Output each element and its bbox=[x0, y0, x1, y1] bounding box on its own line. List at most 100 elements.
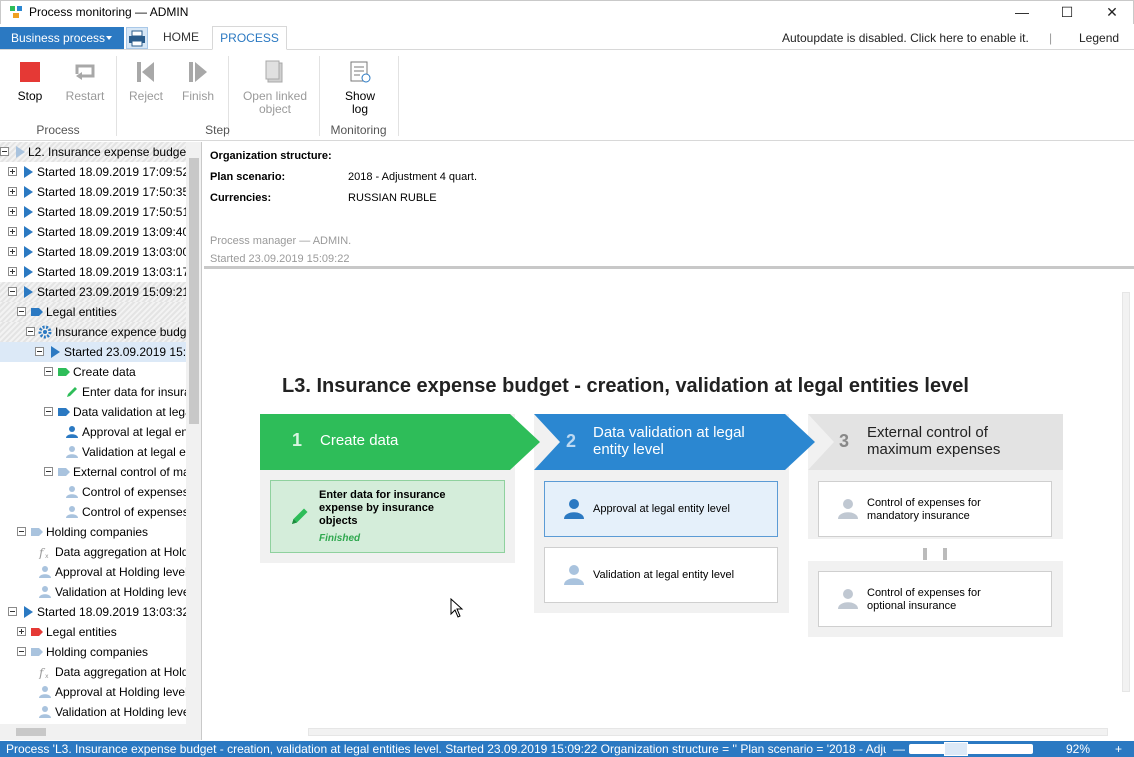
collapse-toggle[interactable] bbox=[0, 147, 9, 156]
maximize-button[interactable]: ☐ bbox=[1044, 1, 1090, 25]
tree-item[interactable]: Approval at Holding level bbox=[0, 562, 190, 582]
step-card-approval[interactable]: Approval at legal entity level bbox=[544, 481, 778, 537]
autoupdate-link[interactable]: Autoupdate is disabled. Click here to en… bbox=[782, 31, 1029, 45]
expand-toggle[interactable] bbox=[17, 627, 26, 636]
scroll-thumb[interactable] bbox=[189, 158, 199, 424]
tree-item[interactable]: Validation at Holding level bbox=[0, 582, 190, 602]
tree-item[interactable]: Validation at legal ent bbox=[0, 442, 190, 462]
collapse-toggle[interactable] bbox=[44, 367, 53, 376]
collapse-toggle[interactable] bbox=[8, 287, 17, 296]
process-info-panel: Organization structure: Plan scenario: 2… bbox=[204, 142, 1134, 269]
collapse-toggle[interactable] bbox=[44, 467, 53, 476]
collapse-toggle[interactable] bbox=[17, 527, 26, 536]
finish-label: Finish bbox=[181, 89, 214, 103]
finish-button[interactable]: Finish bbox=[178, 56, 218, 103]
tag-icon bbox=[58, 408, 70, 416]
step-card-mandatory-insurance[interactable]: Control of expenses for mandatory insura… bbox=[818, 481, 1052, 537]
tree-vertical-scrollbar[interactable] bbox=[186, 142, 201, 740]
tree-item[interactable]: fx Data aggregation at Holdin bbox=[0, 542, 190, 562]
diagram-title: L3. Insurance expense budget - creation,… bbox=[282, 375, 969, 397]
step-card-enter-data[interactable]: Enter data for insurance expense by insu… bbox=[270, 480, 505, 553]
tree-item[interactable]: Holding companies bbox=[0, 642, 190, 662]
minimize-button[interactable]: — bbox=[999, 1, 1045, 25]
status-bar: Process 'L3. Insurance expense budget - … bbox=[0, 741, 1134, 757]
tree-item[interactable]: Insurance expence budget bbox=[0, 322, 190, 342]
diagram-horizontal-scrollbar[interactable] bbox=[204, 724, 1118, 740]
scroll-thumb[interactable] bbox=[16, 728, 46, 736]
tree-item[interactable]: Started 18.09.2019 13:09:40 ( bbox=[0, 222, 190, 242]
business-process-button[interactable]: Business process bbox=[0, 27, 124, 49]
open-linked-object-button[interactable]: Open linked object bbox=[238, 56, 312, 116]
tree-item[interactable]: Validation at Holding level bbox=[0, 702, 190, 722]
tree-item[interactable]: Holding companies bbox=[0, 522, 190, 542]
tree-item[interactable]: Started 18.09.2019 17:50:51 ( bbox=[0, 202, 190, 222]
triangle-play-icon bbox=[24, 206, 33, 218]
scroll-thumb[interactable] bbox=[308, 728, 1108, 736]
tree-item[interactable]: Control of expenses f bbox=[0, 482, 190, 502]
open-linked-label-2: object bbox=[258, 102, 292, 116]
tree-item[interactable]: Started 18.09.2019 17:50:35 ( bbox=[0, 182, 190, 202]
tree-item[interactable]: Create data bbox=[0, 362, 190, 382]
tree-item[interactable]: Started 18.09.2019 13:03:00 ( bbox=[0, 242, 190, 262]
zoom-slider[interactable] bbox=[909, 744, 1033, 754]
tree-item[interactable]: Legal entities bbox=[0, 302, 190, 322]
tab-home[interactable]: HOME bbox=[152, 26, 210, 50]
expand-toggle[interactable] bbox=[8, 247, 17, 256]
stage-name: External control of bbox=[867, 424, 988, 441]
tree-item[interactable]: Started 23.09.2019 15:09:21 ( bbox=[0, 282, 190, 302]
scroll-thumb[interactable] bbox=[1122, 292, 1130, 692]
tree-horizontal-scrollbar[interactable] bbox=[0, 724, 186, 740]
print-button[interactable] bbox=[126, 27, 148, 49]
process-tree[interactable]: L2. Insurance expense budget - Started 1… bbox=[0, 142, 202, 740]
show-log-label-2: log bbox=[351, 102, 368, 116]
tree-item[interactable]: L2. Insurance expense budget - bbox=[0, 142, 190, 162]
collapse-toggle[interactable] bbox=[44, 407, 53, 416]
tree-item[interactable]: Legal entities bbox=[0, 622, 190, 642]
tree-item[interactable]: Started 18.09.2019 13:03:17 ( bbox=[0, 262, 190, 282]
tree-item[interactable]: Data validation at legal bbox=[0, 402, 190, 422]
expand-toggle[interactable] bbox=[8, 167, 17, 176]
expand-toggle[interactable] bbox=[8, 227, 17, 236]
user-icon bbox=[39, 686, 51, 698]
step-card-validation[interactable]: Validation at legal entity level bbox=[544, 547, 778, 603]
collapse-toggle[interactable] bbox=[17, 307, 26, 316]
tree-item-label: Control of expenses f bbox=[82, 505, 190, 519]
tree-item[interactable]: fx Data aggregation at Holdin bbox=[0, 662, 190, 682]
zoom-slider-thumb[interactable] bbox=[944, 742, 968, 756]
caret-down-icon bbox=[106, 36, 112, 40]
tree-item[interactable]: Started 18.09.2019 17:09:52 ( bbox=[0, 162, 190, 182]
mouse-cursor-icon bbox=[450, 598, 464, 618]
tree-item[interactable]: Control of expenses f bbox=[0, 502, 190, 522]
step-card-optional-insurance[interactable]: Control of expenses for optional insuran… bbox=[818, 571, 1052, 627]
user-icon bbox=[66, 426, 78, 438]
collapse-toggle[interactable] bbox=[26, 327, 35, 336]
app-icon bbox=[10, 6, 22, 18]
expand-toggle[interactable] bbox=[8, 187, 17, 196]
expand-toggle[interactable] bbox=[8, 267, 17, 276]
process-diagram[interactable]: L3. Insurance expense budget - creation,… bbox=[204, 272, 1134, 740]
tree-item[interactable]: External control of max bbox=[0, 462, 190, 482]
tree-item[interactable]: Approval at Holding level bbox=[0, 682, 190, 702]
tree-item[interactable]: Started 18.09.2019 13:03:32 ( bbox=[0, 602, 190, 622]
tree-item-label: Approval at legal enti bbox=[82, 425, 190, 439]
restart-button[interactable]: Restart bbox=[62, 56, 108, 103]
tree-item[interactable]: Enter data for insuran bbox=[0, 382, 190, 402]
tab-process[interactable]: PROCESS bbox=[212, 26, 287, 50]
collapse-toggle[interactable] bbox=[17, 647, 26, 656]
plan-scenario-value: 2018 - Adjustment 4 quart. bbox=[348, 171, 478, 183]
zoom-out-button[interactable]: — bbox=[893, 741, 905, 757]
ribbon-tabs: Business process HOME PROCESS Autoupdate… bbox=[0, 26, 1134, 50]
show-log-button[interactable]: Show log bbox=[338, 56, 382, 116]
collapse-toggle[interactable] bbox=[8, 607, 17, 616]
close-button[interactable]: ✕ bbox=[1089, 1, 1134, 25]
reject-button[interactable]: Reject bbox=[126, 56, 166, 103]
diagram-vertical-scrollbar[interactable] bbox=[1118, 272, 1134, 724]
expand-toggle[interactable] bbox=[8, 207, 17, 216]
tree-item[interactable]: Approval at legal enti bbox=[0, 422, 190, 442]
stage-number: 2 bbox=[566, 431, 577, 451]
collapse-toggle[interactable] bbox=[35, 347, 44, 356]
tree-item[interactable]: Started 23.09.2019 15:0 bbox=[0, 342, 190, 362]
legend-link[interactable]: Legend bbox=[1079, 31, 1119, 45]
zoom-in-button[interactable]: + bbox=[1115, 741, 1122, 757]
stop-button[interactable]: Stop bbox=[10, 56, 50, 103]
